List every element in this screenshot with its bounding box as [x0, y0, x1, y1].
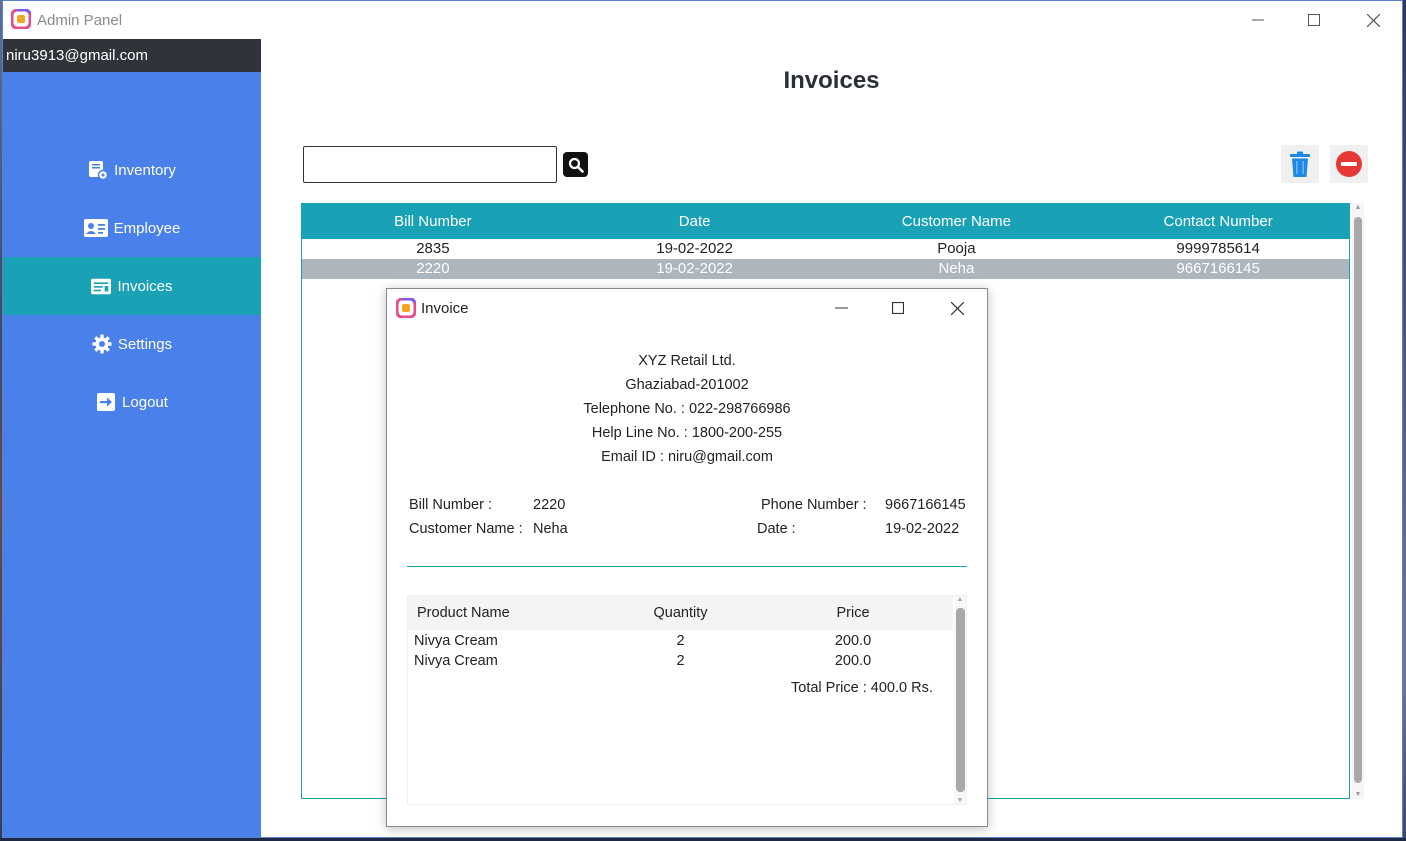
products-table: Product Name Quantity Price Nivya Cream …	[407, 595, 967, 805]
column-header[interactable]: Price	[753, 596, 953, 630]
search-icon	[568, 157, 584, 173]
search-input[interactable]	[303, 146, 557, 183]
table-cell: 2835	[416, 240, 450, 257]
dialog-maximize-button[interactable]	[869, 289, 927, 327]
table-cell: Neha	[938, 260, 975, 277]
divider	[407, 566, 967, 567]
sidebar-item-label: Inventory	[114, 161, 176, 179]
column-header[interactable]: Bill Number	[302, 204, 564, 239]
column-header[interactable]: Date	[564, 204, 826, 239]
scrollbar-thumb[interactable]	[1354, 217, 1362, 783]
table-cell: 9667166145	[1176, 260, 1260, 277]
dialog-minimize-button[interactable]	[812, 289, 870, 327]
scrollbar-thumb[interactable]	[956, 608, 965, 792]
product-row[interactable]: Nivya Cream 2 200.0	[408, 651, 953, 671]
trash-icon	[1290, 151, 1310, 177]
phone-number-value: 9667166145	[885, 497, 966, 513]
bill-number-value: 2220	[533, 497, 566, 513]
maximize-button[interactable]	[1285, 1, 1343, 39]
sidebar-item-label: Employee	[113, 219, 181, 237]
cancel-button[interactable]	[1330, 145, 1368, 183]
scroll-up-arrow-icon[interactable]: ▲	[1352, 204, 1364, 211]
table-scrollbar[interactable]: ▲ ▼	[1352, 203, 1364, 799]
scroll-down-arrow-icon[interactable]: ▼	[954, 797, 966, 804]
dialog-close-button[interactable]	[928, 289, 986, 327]
product-name: Nivya Cream	[414, 633, 498, 649]
dialog-titlebar: Invoice	[387, 289, 987, 327]
page-title: Invoices	[783, 67, 880, 94]
sidebar-item-invoices[interactable]: Invoices	[3, 257, 261, 315]
app-logo-icon	[396, 298, 416, 318]
maximize-icon	[1308, 14, 1320, 26]
sidebar-item-label: Logout	[122, 393, 168, 411]
invoice-dialog: Invoice XYZ Retail Ltd. Ghaziabad-201002…	[386, 288, 988, 827]
sidebar-item-label: Invoices	[117, 277, 173, 295]
date-label: Date :	[757, 521, 796, 537]
bill-number-label: Bill Number :	[409, 497, 492, 513]
product-quantity: 2	[676, 653, 685, 669]
column-header[interactable]: Contact Number	[1087, 204, 1349, 239]
inventory-icon	[88, 160, 109, 180]
scroll-up-arrow-icon[interactable]: ▲	[954, 596, 966, 603]
company-name: XYZ Retail Ltd.	[638, 353, 736, 369]
window-title: Admin Panel	[37, 12, 123, 29]
product-price: 200.0	[834, 633, 872, 649]
table-cell: 19-02-2022	[656, 240, 733, 257]
search-button[interactable]	[563, 152, 588, 177]
company-telephone: Telephone No. : 022-298766986	[583, 401, 791, 417]
user-email: niru3913@gmail.com	[3, 39, 261, 72]
employee-card-icon	[83, 218, 108, 238]
sidebar-item-label: Settings	[117, 335, 173, 353]
products-scrollbar[interactable]: ▲ ▼	[954, 596, 966, 804]
sidebar-item-settings[interactable]: Settings	[3, 315, 261, 373]
column-header[interactable]: Quantity	[608, 596, 753, 630]
company-helpline: Help Line No. : 1800-200-255	[591, 425, 783, 441]
close-icon	[1366, 13, 1380, 27]
dialog-title: Invoice	[421, 300, 469, 317]
minimize-icon	[834, 307, 848, 309]
gear-icon	[92, 334, 112, 354]
company-email: Email ID : niru@gmail.com	[601, 449, 773, 465]
date-value: 19-02-2022	[885, 521, 960, 537]
sidebar-item-logout[interactable]: Logout	[3, 373, 261, 431]
phone-number-label: Phone Number :	[761, 497, 867, 513]
product-name: Nivya Cream	[414, 653, 498, 669]
minimize-icon	[1252, 19, 1264, 21]
logout-icon	[96, 392, 116, 412]
invoice-icon	[91, 276, 112, 296]
sidebar-item-inventory[interactable]: Inventory	[3, 141, 261, 199]
minimize-button[interactable]	[1229, 1, 1287, 39]
total-price: Total Price : 400.0 Rs.	[791, 680, 933, 696]
delete-button[interactable]	[1281, 145, 1319, 183]
product-price: 200.0	[834, 653, 872, 669]
product-row[interactable]: Nivya Cream 2 200.0	[408, 631, 953, 651]
customer-name-value: Neha	[533, 521, 568, 537]
product-quantity: 2	[676, 633, 685, 649]
minus-circle-icon	[1336, 151, 1362, 177]
scroll-down-arrow-icon[interactable]: ▼	[1352, 791, 1364, 798]
company-details: XYZ Retail Ltd. Ghaziabad-201002 Telepho…	[387, 349, 987, 469]
maximize-icon	[892, 302, 904, 314]
table-cell: 2220	[416, 260, 450, 277]
sidebar-item-employee[interactable]: Employee	[3, 199, 261, 257]
table-header: Bill Number Date Customer Name Contact N…	[302, 204, 1349, 239]
column-header[interactable]: Product Name	[408, 596, 608, 630]
table-cell: 19-02-2022	[656, 260, 733, 277]
company-address: Ghaziabad-201002	[625, 377, 749, 393]
column-header[interactable]: Customer Name	[826, 204, 1088, 239]
products-header: Product Name Quantity Price	[408, 596, 953, 630]
customer-name-label: Customer Name :	[409, 521, 523, 537]
window-titlebar: Admin Panel	[3, 1, 1402, 39]
close-icon	[950, 301, 964, 315]
table-row-selected[interactable]: 2220 19-02-2022 Neha 9667166145	[302, 259, 1349, 279]
table-row[interactable]: 2835 19-02-2022 Pooja 9999785614	[302, 239, 1349, 259]
app-logo-icon	[11, 9, 31, 29]
sidebar: niru3913@gmail.com Inventory Employee In…	[3, 39, 261, 837]
table-cell: 9999785614	[1176, 240, 1260, 257]
table-cell: Pooja	[937, 240, 976, 257]
close-button[interactable]	[1344, 1, 1402, 39]
